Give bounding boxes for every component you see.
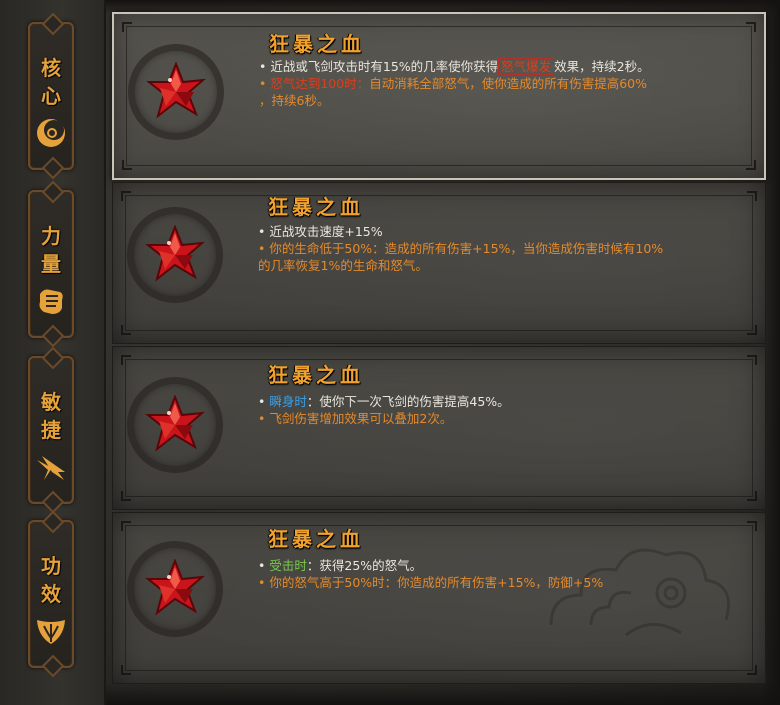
desc-line: • 你的生命低于50%：造成的所有伤害+15%，当你造成伤害时候有10% bbox=[258, 241, 664, 256]
frame-bottom-edge bbox=[0, 683, 780, 705]
desc-line: • 受击时：获得25%的怒气。 bbox=[258, 558, 423, 573]
desc-line: • 瞬身时：使你下一次飞剑的伤害提高45%。 bbox=[258, 394, 510, 409]
corner-ornament bbox=[746, 160, 756, 170]
tab-core-label: 核心 bbox=[41, 56, 61, 108]
corner-ornament bbox=[121, 191, 131, 201]
category-tab-column: 核心 力量 敏捷 功 效 bbox=[0, 0, 106, 705]
tab-core[interactable]: 核心 bbox=[28, 22, 74, 170]
crescent-swirl-icon bbox=[37, 119, 65, 147]
fist-icon bbox=[39, 289, 63, 314]
flying-sword-icon bbox=[37, 456, 65, 480]
corner-ornament bbox=[122, 22, 132, 32]
corner-ornament bbox=[747, 191, 757, 201]
skill-title: 狂暴之血 bbox=[268, 195, 364, 219]
skill-panel-4[interactable]: 狂暴之血 • 受击时：获得25%的怒气。 • 你的怒气高于50%时：你造成的所有… bbox=[112, 512, 766, 684]
skill-title: 狂暴之血 bbox=[268, 363, 364, 387]
corner-ornament bbox=[121, 491, 131, 501]
desc-line: 的几率恢复1%的生命和怒气。 bbox=[258, 258, 428, 273]
corner-ornament bbox=[747, 665, 757, 675]
corner-ornament bbox=[121, 521, 131, 531]
skill-icon-frame bbox=[127, 377, 223, 473]
skill-panel-1[interactable]: 狂暴之血 • 近战或飞剑攻击时有15%的几率使你获得 怒气爆发 效果，持续2秒。 •… bbox=[112, 12, 766, 180]
tab-effect-label: 功效 bbox=[41, 554, 61, 606]
skill-description: • 近战或飞剑攻击时有15%的几率使你获得 怒气爆发 效果，持续2秒。 • 怒气达到… bbox=[259, 58, 739, 109]
skill-icon-frame bbox=[127, 207, 223, 303]
desc-line: • 近战或飞剑攻击时有15%的几率使你获得 怒气爆发 效果，持续2秒。 bbox=[259, 58, 650, 75]
red-crystal-star-icon bbox=[146, 62, 206, 119]
tab-agility[interactable]: 敏捷 bbox=[28, 356, 74, 504]
corner-ornament bbox=[122, 160, 132, 170]
red-crystal-star-icon bbox=[145, 559, 205, 616]
leaf-emblem-icon bbox=[37, 620, 65, 644]
corner-ornament bbox=[747, 355, 757, 365]
desc-line: • 近战攻击速度+15% bbox=[258, 224, 383, 239]
corner-ornament bbox=[747, 491, 757, 501]
corner-ornament bbox=[121, 665, 131, 675]
skill-icon-frame bbox=[127, 541, 223, 637]
talent-window: 核心 力量 敏捷 功 效 狂暴之血 • 近战或飞剑攻击时有15%的几率使你获得 … bbox=[0, 0, 780, 705]
corner-ornament bbox=[121, 355, 131, 365]
red-crystal-star-icon bbox=[145, 395, 205, 452]
desc-line: • 你的怒气高于50%时：你造成的所有伤害+15%，防御+5% bbox=[258, 575, 604, 590]
corner-ornament bbox=[747, 325, 757, 335]
skill-panel-2[interactable]: 狂暴之血 • 近战攻击速度+15% • 你的生命低于50%：造成的所有伤害+15… bbox=[112, 182, 766, 344]
skill-description: • 瞬身时：使你下一次飞剑的伤害提高45%。 • 飞剑伤害增加效果可以叠加2次。 bbox=[258, 393, 738, 427]
skill-panel-3[interactable]: 狂暴之血 • 瞬身时：使你下一次飞剑的伤害提高45%。 • 飞剑伤害增加效果可以… bbox=[112, 346, 766, 510]
tab-strength-label: 力量 bbox=[41, 224, 61, 276]
corner-ornament bbox=[747, 521, 757, 531]
corner-ornament bbox=[746, 22, 756, 32]
skill-icon-frame bbox=[128, 44, 224, 140]
keyword-rage-burst[interactable]: 怒气爆发 bbox=[498, 58, 555, 75]
skill-description: • 近战攻击速度+15% • 你的生命低于50%：造成的所有伤害+15%，当你造… bbox=[258, 223, 738, 274]
desc-line: ，持续6秒。 bbox=[259, 93, 330, 108]
skill-title: 狂暴之血 bbox=[268, 527, 364, 551]
tab-strength[interactable]: 力量 bbox=[28, 190, 74, 338]
tab-effect[interactable]: 功效 bbox=[28, 520, 74, 668]
desc-line: • 飞剑伤害增加效果可以叠加2次。 bbox=[258, 411, 453, 426]
skill-title: 狂暴之血 bbox=[269, 32, 365, 56]
skill-description: • 受击时：获得25%的怒气。 • 你的怒气高于50%时：你造成的所有伤害+15… bbox=[258, 557, 738, 591]
corner-ornament bbox=[121, 325, 131, 335]
red-crystal-star-icon bbox=[145, 225, 205, 282]
tab-agility-label: 敏捷 bbox=[41, 390, 61, 442]
desc-line: • 怒气达到100时：自动消耗全部怒气，使你造成的所有伤害提高60% bbox=[259, 76, 648, 91]
